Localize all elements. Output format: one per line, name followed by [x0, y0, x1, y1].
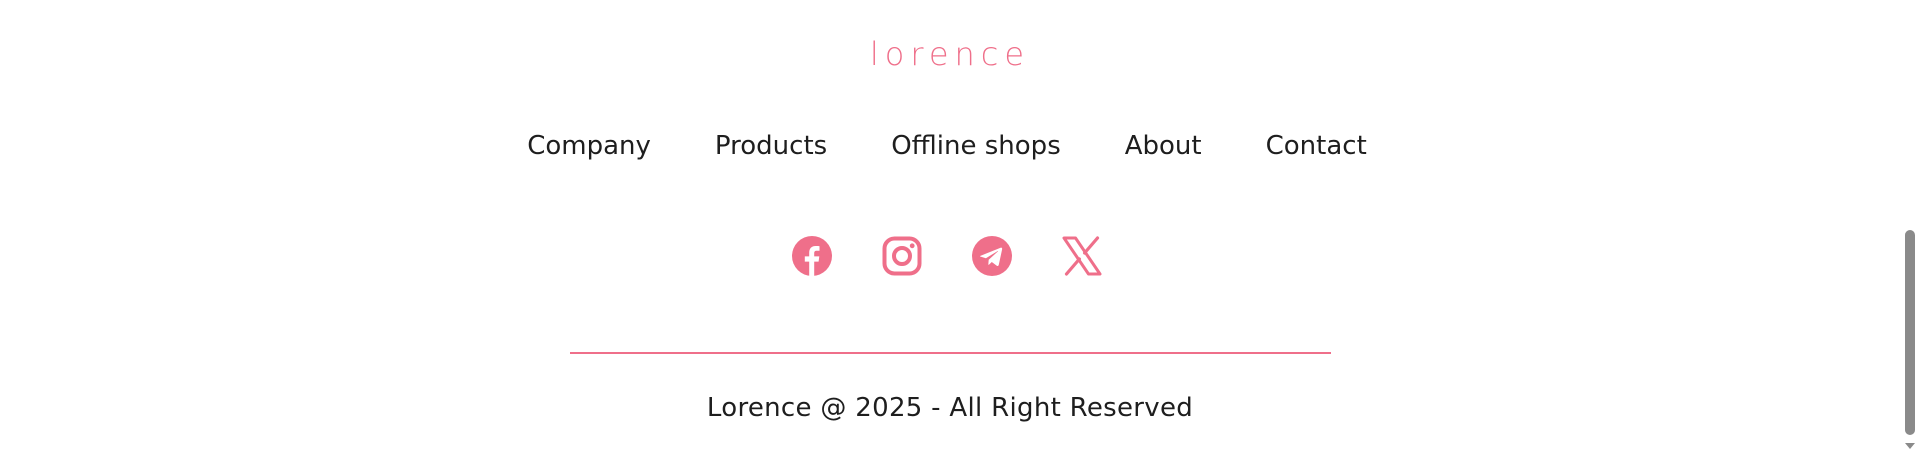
nav-link-products[interactable]: Products: [715, 126, 827, 166]
site-footer: lorence Company Products Offline shops A…: [0, 0, 1900, 452]
social-links: [0, 236, 1897, 276]
nav-link-about[interactable]: About: [1125, 126, 1202, 166]
footer-logo[interactable]: lorence: [0, 32, 1900, 76]
scroll-down-arrow-icon[interactable]: [1905, 443, 1915, 449]
instagram-icon[interactable]: [882, 236, 922, 276]
vertical-scrollbar[interactable]: [1900, 0, 1919, 452]
nav-link-offline-shops[interactable]: Offline shops: [891, 126, 1061, 166]
scrollbar-thumb[interactable]: [1905, 230, 1915, 435]
nav-link-contact[interactable]: Contact: [1266, 126, 1367, 166]
nav-link-company[interactable]: Company: [527, 126, 651, 166]
facebook-icon[interactable]: [792, 236, 832, 276]
page: lorence Company Products Offline shops A…: [0, 0, 1919, 452]
copyright-text: Lorence @ 2025 - All Right Reserved: [706, 393, 1194, 423]
x-icon[interactable]: [1062, 236, 1102, 276]
footer-nav: Company Products Offline shops About Con…: [0, 126, 1897, 166]
footer-divider: [570, 352, 1331, 354]
telegram-icon[interactable]: [972, 236, 1012, 276]
